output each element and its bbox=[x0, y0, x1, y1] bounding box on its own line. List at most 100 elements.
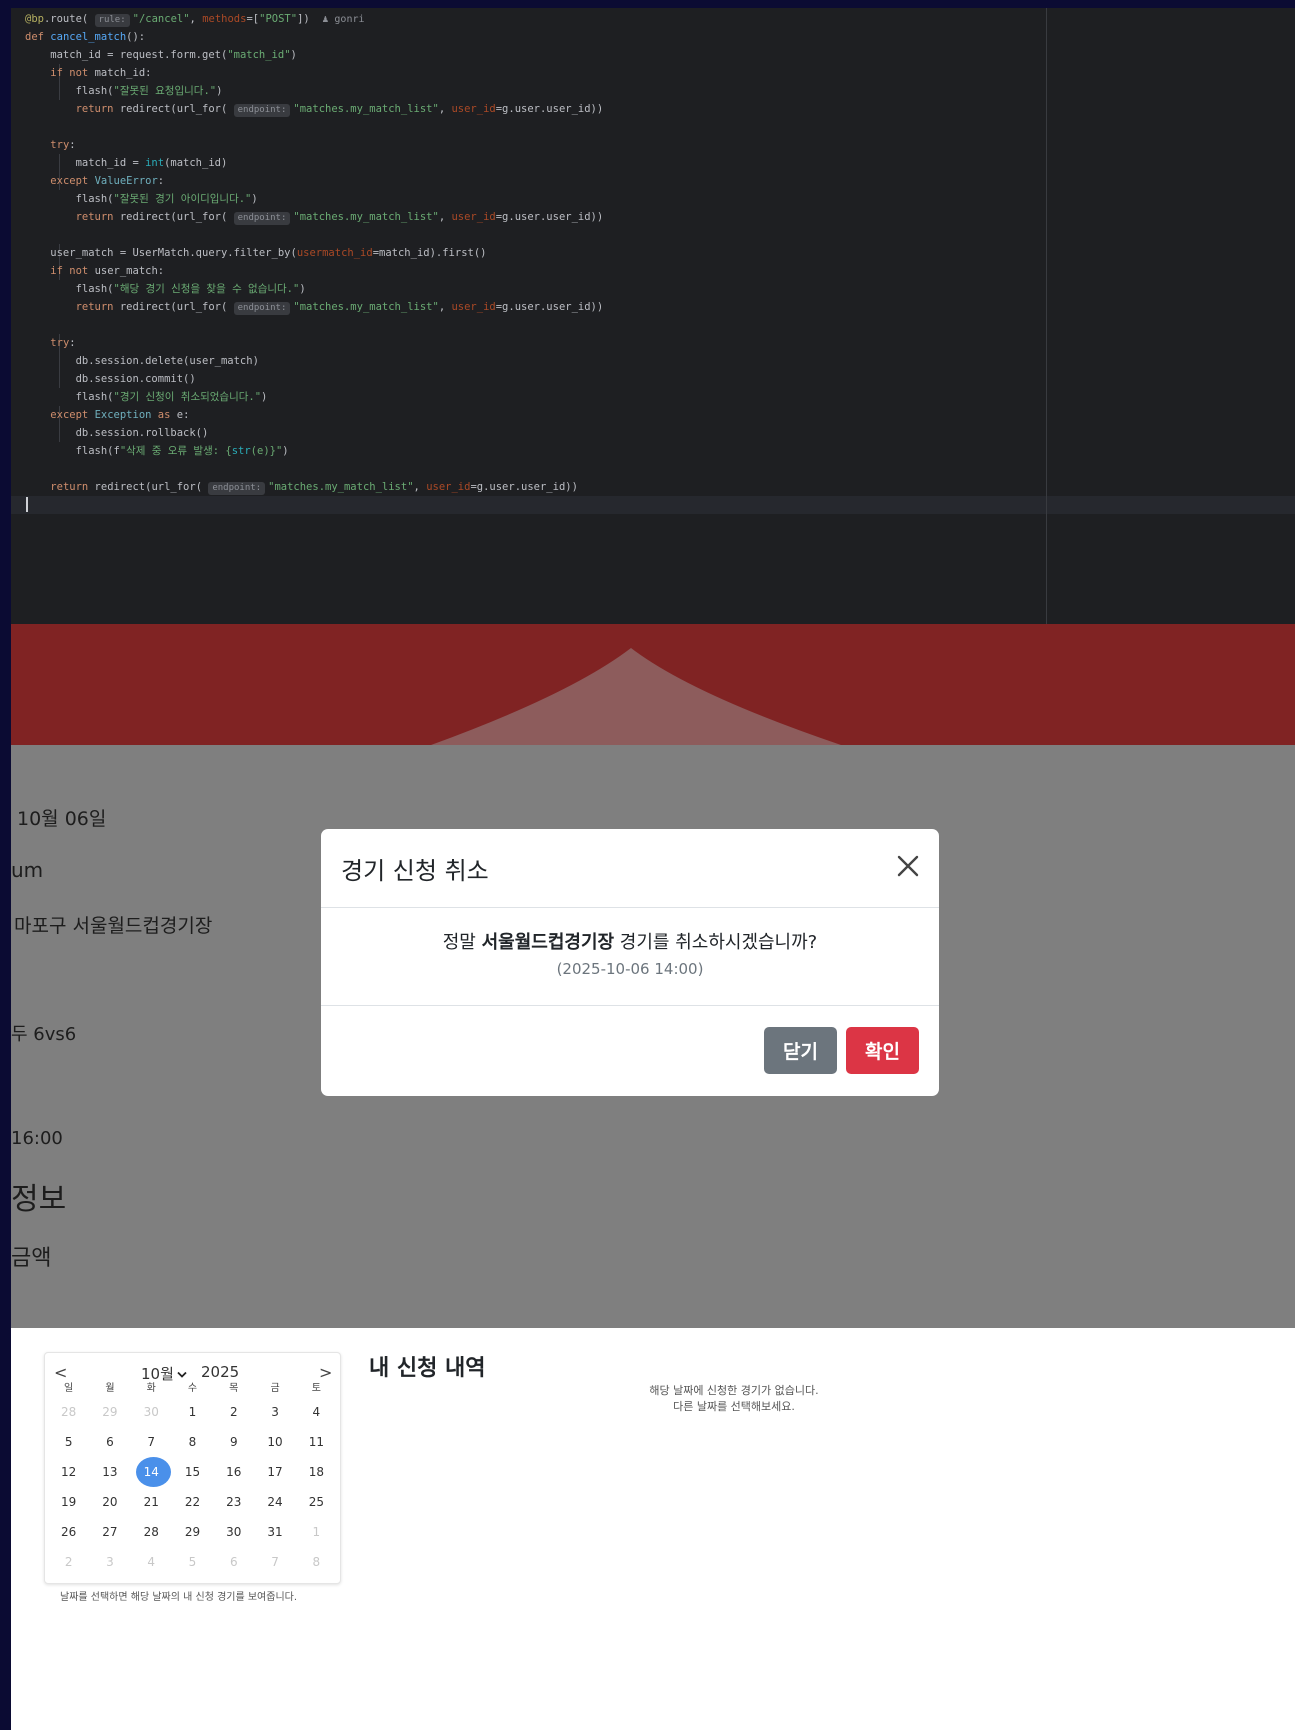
calendar-day[interactable]: 29 bbox=[172, 1517, 213, 1547]
stadium-address: 마포구 서울월드컵경기장 bbox=[14, 915, 213, 937]
code-line: return redirect(url_for( endpoint: "match… bbox=[75, 211, 604, 225]
message-suffix: 경기를 취소하시겠습니까? bbox=[614, 932, 818, 953]
code-line: return redirect(url_for( endpoint: "match… bbox=[75, 103, 604, 117]
calendar-day[interactable]: 30 bbox=[131, 1397, 172, 1427]
calendar-day[interactable]: 16 bbox=[213, 1457, 254, 1487]
calendar-day[interactable]: 29 bbox=[89, 1397, 130, 1427]
calendar-day[interactable]: 28 bbox=[48, 1397, 89, 1427]
confirm-message: 정말 서울월드컵경기장 경기를 취소하시겠습니까? bbox=[321, 928, 939, 954]
calendar-day[interactable]: 17 bbox=[254, 1457, 295, 1487]
empty-state-line: 다른 날짜를 선택해보세요. bbox=[673, 1400, 795, 1413]
modal-title: 경기 신청 취소 bbox=[341, 857, 489, 885]
section-heading: 정보 bbox=[11, 1182, 67, 1217]
calendar-day[interactable]: 2 bbox=[213, 1397, 254, 1427]
code-line: try: bbox=[50, 337, 76, 349]
calendar-day[interactable]: 13 bbox=[89, 1457, 130, 1487]
close-button[interactable]: 닫기 bbox=[764, 1027, 837, 1074]
code-line: flash("해당 경기 신청을 찾을 수 없습니다.") bbox=[25, 283, 306, 295]
weekday-label: 화 bbox=[146, 1383, 156, 1394]
calendar-day[interactable]: 1 bbox=[296, 1517, 337, 1547]
stadium-name: 서울월드컵경기장 bbox=[481, 932, 615, 953]
code-line: return redirect(url_for( endpoint: "match… bbox=[75, 301, 604, 315]
calendar-day[interactable]: 7 bbox=[254, 1547, 295, 1577]
calendar-day[interactable]: 5 bbox=[48, 1427, 89, 1457]
calendar-day[interactable]: 3 bbox=[254, 1397, 295, 1427]
calendar-hint: 날짜를 선택하면 해당 날짜의 내 신청 경기를 보여줍니다. bbox=[60, 1592, 298, 1603]
calendar-day[interactable]: 4 bbox=[131, 1547, 172, 1577]
calendar-day[interactable]: 3 bbox=[89, 1547, 130, 1577]
weekday-label: 일 bbox=[64, 1383, 74, 1394]
calendar-day[interactable]: 12 bbox=[48, 1457, 89, 1487]
calendar-day[interactable]: 6 bbox=[89, 1427, 130, 1457]
confirm-button[interactable]: 확인 bbox=[846, 1027, 919, 1074]
calendar-day[interactable]: 7 bbox=[131, 1427, 172, 1457]
code-line: except Exception as e: bbox=[50, 409, 190, 421]
weekday-label: 월 bbox=[105, 1383, 115, 1394]
calendar-day[interactable]: 30 bbox=[213, 1517, 254, 1547]
code-line: flash("경기 신청이 취소되었습니다.") bbox=[25, 391, 268, 403]
amount-label: 금액 bbox=[11, 1246, 52, 1271]
message-prefix: 정말 bbox=[442, 932, 482, 953]
calendar-day[interactable]: 8 bbox=[296, 1547, 337, 1577]
calendar-day[interactable]: 21 bbox=[131, 1487, 172, 1517]
calendar-day[interactable]: 15 bbox=[172, 1457, 213, 1487]
calendar-day[interactable]: 20 bbox=[89, 1487, 130, 1517]
modal-footer: 닫기 확인 bbox=[321, 1006, 939, 1094]
prev-month-button[interactable]: < bbox=[54, 1363, 67, 1382]
code-line: user_match = UserMatch.query.filter_by(u… bbox=[25, 247, 487, 259]
calendar-day[interactable]: 4 bbox=[296, 1397, 337, 1427]
calendar-day[interactable]: 25 bbox=[296, 1487, 337, 1517]
calendar-week: 28 29 30 1 2 3 4 bbox=[48, 1397, 337, 1427]
calendar-weeks: 28 29 30 1 2 3 4 5 6 7 8 9 10 11 12 13 14 15 16 17 18 19 20 21 2… bbox=[48, 1397, 337, 1577]
calendar-day[interactable]: 11 bbox=[296, 1427, 337, 1457]
code-line: return redirect(url_for( endpoint: "match… bbox=[50, 481, 578, 495]
calendar-day-selected[interactable]: 14 bbox=[131, 1457, 172, 1487]
code-line: db.session.delete(user_match) bbox=[25, 355, 259, 367]
calendar-day[interactable]: 10 bbox=[254, 1427, 295, 1457]
match-time: 16:00 bbox=[11, 1128, 63, 1149]
calendar-day[interactable]: 23 bbox=[213, 1487, 254, 1517]
code-line: flash(f"삭제 중 오류 발생: {str(e)}") bbox=[25, 445, 289, 457]
code-line: flash("잘못된 요청입니다.") bbox=[25, 85, 223, 97]
code-line: if not match_id: bbox=[50, 67, 152, 79]
calendar-day[interactable]: 18 bbox=[296, 1457, 337, 1487]
calendar-day[interactable]: 22 bbox=[172, 1487, 213, 1517]
calendar-day[interactable]: 28 bbox=[131, 1517, 172, 1547]
calendar-day[interactable]: 2 bbox=[48, 1547, 89, 1577]
calendar-day[interactable]: 9 bbox=[213, 1427, 254, 1457]
weekday-label: 목 bbox=[229, 1383, 239, 1394]
close-icon[interactable] bbox=[893, 851, 923, 881]
code-line: def cancel_match(): bbox=[25, 31, 146, 43]
hero-banner bbox=[11, 624, 1295, 745]
chevron-down-icon bbox=[177, 1371, 187, 1378]
calendar-day[interactable]: 19 bbox=[48, 1487, 89, 1517]
modal-body: 정말 서울월드컵경기장 경기를 취소하시겠습니까? (2025-10-06 14… bbox=[321, 908, 939, 1006]
year-label[interactable]: 2025 bbox=[201, 1363, 239, 1381]
weekday-label: 금 bbox=[270, 1383, 280, 1394]
calendar-grid: 일월화수목금토 28 29 30 1 2 3 4 5 6 7 8 9 10 11 12 13 14 15 16 17 1… bbox=[48, 1381, 337, 1577]
code-editor[interactable]: @bp.route( rule: "/cancel", methods=["POS… bbox=[11, 8, 1295, 624]
my-matches-section: < 10월 2025 > 일월화수목금토 28 29 30 1 2 3 4 5 6 7 8 9 10 11… bbox=[11, 1328, 1295, 1730]
calendar-day[interactable]: 26 bbox=[48, 1517, 89, 1547]
next-month-button[interactable]: > bbox=[319, 1363, 332, 1382]
empty-state-line: 해당 날짜에 신청한 경기가 없습니다. bbox=[649, 1384, 819, 1397]
text-caret bbox=[26, 497, 28, 512]
calendar-day[interactable]: 6 bbox=[213, 1547, 254, 1577]
code-line: except ValueError: bbox=[50, 175, 165, 187]
calendar-day[interactable]: 8 bbox=[172, 1427, 213, 1457]
weekday-label: 토 bbox=[311, 1383, 321, 1394]
match-date: 10월 06일 bbox=[17, 808, 107, 830]
calendar-week: 12 13 14 15 16 17 18 bbox=[48, 1457, 337, 1487]
calendar-day[interactable]: 31 bbox=[254, 1517, 295, 1547]
calendar-day[interactable]: 1 bbox=[172, 1397, 213, 1427]
calendar-day[interactable]: 24 bbox=[254, 1487, 295, 1517]
calendar-day[interactable]: 5 bbox=[172, 1547, 213, 1577]
cancel-match-modal: 경기 신청 취소 정말 서울월드컵경기장 경기를 취소하시겠습니까? (2025… bbox=[321, 829, 939, 1096]
modal-header: 경기 신청 취소 bbox=[321, 829, 939, 908]
calendar-day[interactable]: 27 bbox=[89, 1517, 130, 1547]
code-line: db.session.rollback() bbox=[25, 427, 209, 439]
right-margin-guide bbox=[1046, 8, 1047, 624]
code-content: @bp.route( rule: "/cancel", methods=["POS… bbox=[25, 10, 603, 496]
current-line-highlight bbox=[11, 496, 1295, 514]
